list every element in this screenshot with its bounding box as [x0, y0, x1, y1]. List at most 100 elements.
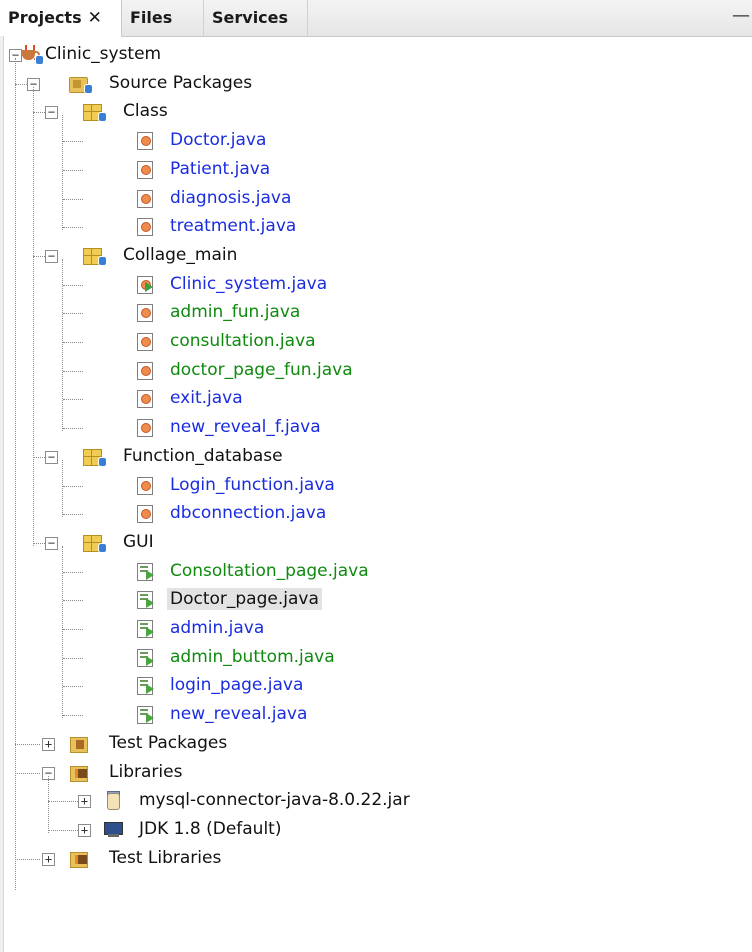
package-node-class[interactable]: Class	[120, 100, 171, 122]
tree-guide-line	[63, 428, 83, 430]
file-node[interactable]: admin_buttom.java	[167, 646, 338, 668]
jdk-monitor-icon	[104, 820, 123, 838]
tree-guide-line	[63, 514, 83, 516]
form-file-icon	[136, 619, 154, 638]
source-folder-icon	[69, 74, 93, 94]
tab-projects-label: Projects	[8, 8, 82, 27]
java-file-icon	[136, 476, 154, 495]
source-badge-icon	[98, 542, 107, 553]
file-node[interactable]: dbconnection.java	[167, 502, 329, 524]
package-node-collage_main[interactable]: Collage_main	[120, 244, 240, 266]
file-node[interactable]: Patient.java	[167, 158, 273, 180]
test-libraries-node[interactable]: Test Libraries	[106, 847, 224, 869]
test-libraries-folder-icon	[70, 849, 88, 868]
file-node[interactable]: login_page.java	[167, 674, 306, 696]
coffee-cup-project-icon	[20, 45, 44, 65]
tab-services[interactable]: Services	[204, 0, 308, 36]
tree-guide-line	[63, 600, 83, 602]
tree-guide-line	[63, 485, 83, 487]
expand-toggle-icon[interactable]: +	[78, 795, 91, 809]
minimize-icon[interactable]: —	[730, 0, 752, 36]
package-icon	[83, 102, 107, 123]
file-node[interactable]: Consoltation_page.java	[167, 560, 372, 582]
form-file-icon	[136, 590, 154, 610]
tree-guide-line	[48, 829, 78, 831]
file-node[interactable]: admin.java	[167, 617, 267, 639]
java-file-icon	[136, 131, 154, 151]
package-icon	[83, 533, 107, 553]
package-node-function_database[interactable]: Function_database	[120, 445, 286, 467]
file-node[interactable]: new_reveal.java	[167, 703, 310, 725]
expand-toggle-icon[interactable]: +	[78, 823, 91, 837]
collapse-toggle-icon[interactable]: −	[45, 450, 58, 464]
collapse-toggle-icon[interactable]: −	[45, 536, 58, 550]
java-file-icon	[136, 504, 154, 524]
library-jar-node[interactable]: mysql-connector-java-8.0.22.jar	[136, 789, 413, 811]
source-badge-icon	[84, 83, 93, 94]
tree-guide-line	[62, 545, 63, 719]
tree-guide-line	[63, 342, 83, 343]
tree-guide-line	[15, 858, 40, 860]
tree-guide-line	[33, 86, 34, 546]
test-packages-folder-icon	[70, 734, 88, 753]
tree-guide-line	[63, 629, 83, 630]
expand-toggle-icon[interactable]: +	[42, 852, 55, 866]
file-node[interactable]: exit.java	[167, 387, 246, 409]
package-icon	[83, 246, 107, 266]
file-node[interactable]: treatment.java	[167, 215, 299, 237]
tree-guide-line	[63, 313, 83, 315]
file-node[interactable]: Clinic_system.java	[167, 273, 330, 295]
main-class-icon	[136, 275, 154, 294]
tab-projects[interactable]: Projects ✕	[0, 0, 122, 37]
form-file-icon	[136, 705, 154, 725]
package-node-gui[interactable]: GUI	[120, 531, 157, 553]
tree-guide-line	[63, 227, 83, 229]
tree-guide-line	[48, 801, 78, 803]
tree-guide-line	[63, 198, 83, 200]
tab-files-label: Files	[130, 8, 173, 27]
tree-guide-line	[15, 58, 16, 891]
tree-guide-line	[63, 686, 83, 688]
package-icon	[83, 447, 107, 467]
test-packages-node[interactable]: Test Packages	[106, 732, 230, 754]
project-tree[interactable]: − Clinic_system − Source Packages − Class Doct…	[0, 36, 752, 952]
expand-toggle-icon[interactable]: +	[42, 737, 55, 751]
java-file-icon	[136, 332, 154, 351]
file-node[interactable]: Doctor_page.java	[167, 588, 322, 611]
libraries-node[interactable]: Libraries	[106, 761, 185, 783]
file-node[interactable]: diagnosis.java	[167, 187, 294, 209]
tree-guide-line	[33, 542, 45, 544]
tree-guide-line	[48, 775, 49, 833]
tree-guide-line	[33, 456, 45, 458]
source-badge-icon	[98, 112, 107, 123]
file-node[interactable]: doctor_page_fun.java	[167, 359, 356, 381]
java-file-icon	[136, 303, 154, 323]
tree-guide-line	[62, 459, 63, 518]
tree-guide-line	[33, 112, 45, 114]
java-file-icon	[136, 217, 154, 237]
file-node[interactable]: consultation.java	[167, 330, 319, 352]
file-node[interactable]: admin_fun.java	[167, 301, 303, 323]
file-node[interactable]: new_reveal_f.java	[167, 416, 324, 438]
tree-guide-line	[63, 657, 83, 659]
close-icon[interactable]: ✕	[88, 8, 102, 28]
tree-guide-line	[62, 115, 63, 231]
tab-services-label: Services	[212, 8, 289, 27]
java-file-icon	[136, 418, 154, 438]
tab-bar: Projects ✕ Files Services —	[0, 0, 752, 37]
library-jdk-node[interactable]: JDK 1.8 (Default)	[136, 818, 284, 840]
file-node[interactable]: Login_function.java	[167, 474, 338, 496]
form-file-icon	[136, 676, 154, 696]
tree-guide-line	[63, 370, 83, 372]
java-file-icon	[136, 361, 154, 380]
form-file-icon	[136, 562, 154, 581]
collapse-toggle-icon[interactable]: −	[45, 106, 58, 120]
tree-guide-line	[15, 743, 40, 745]
collapse-toggle-icon[interactable]: −	[45, 249, 58, 263]
tab-files[interactable]: Files	[122, 0, 204, 36]
source-packages-node[interactable]: Source Packages	[106, 72, 255, 94]
project-node-clinic-system[interactable]: Clinic_system	[42, 43, 164, 65]
form-file-icon	[136, 648, 154, 667]
java-file-icon	[136, 189, 154, 208]
file-node[interactable]: Doctor.java	[167, 129, 269, 151]
